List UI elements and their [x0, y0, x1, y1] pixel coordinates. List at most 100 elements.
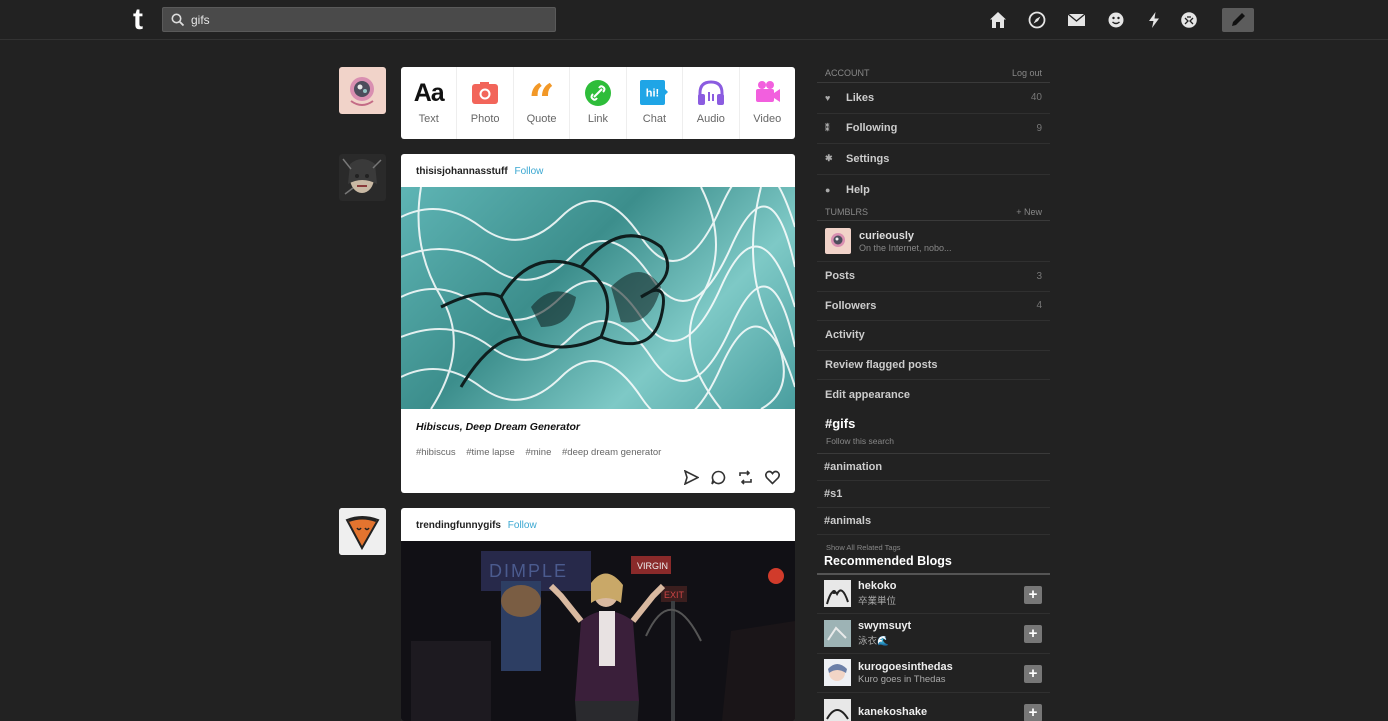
- post-author-name[interactable]: trendingfunnygifs: [416, 520, 501, 531]
- post-type-chat[interactable]: hi! Chat: [627, 67, 684, 139]
- sidebar-item-following[interactable]: ⁑ Following 9: [817, 114, 1050, 144]
- blog-subtitle: 卒業単位: [858, 596, 897, 608]
- quote-icon: “: [528, 74, 555, 128]
- sidebar-item-likes[interactable]: ♥ Likes 40: [817, 83, 1050, 114]
- follow-link[interactable]: Follow: [514, 166, 543, 177]
- follow-search-link[interactable]: Follow this search: [825, 436, 1042, 446]
- sidebar-item-edit-appearance[interactable]: Edit appearance: [817, 380, 1050, 410]
- blog-description: On the Internet, nobo...: [859, 242, 952, 253]
- post-type-label: Quote: [526, 113, 557, 125]
- link-icon: [583, 79, 613, 107]
- reply-icon[interactable]: [711, 470, 726, 485]
- related-tag[interactable]: #animation: [817, 454, 1050, 481]
- blog-item-curieously[interactable]: curieously On the Internet, nobo...: [817, 221, 1050, 262]
- recommended-blog[interactable]: swymsuyt 泳衣🌊 +: [817, 614, 1050, 654]
- blog-name: hekoko: [858, 580, 897, 593]
- sidebar-item-label: Following: [846, 122, 898, 135]
- show-related-tags-link[interactable]: Show All Related Tags: [817, 535, 1050, 552]
- search-icon: [171, 13, 185, 27]
- related-tag[interactable]: #s1: [817, 481, 1050, 508]
- account-label: Account: [825, 68, 870, 78]
- follow-plus-button[interactable]: +: [1024, 625, 1042, 643]
- sign-text: DIMPLE: [489, 561, 568, 581]
- tag-link[interactable]: #time lapse: [466, 447, 515, 458]
- blog-name: swymsuyt: [858, 619, 912, 632]
- recommended-blog[interactable]: hekoko 卒業単位 +: [817, 575, 1050, 614]
- post-type-audio[interactable]: Audio: [683, 67, 740, 139]
- home-icon[interactable]: [989, 11, 1007, 29]
- heart-icon[interactable]: [765, 470, 780, 485]
- sidebar-item-label: Settings: [846, 152, 890, 165]
- post-tags: #hibiscus #time lapse #mine #deep dream …: [401, 433, 795, 458]
- post-header: thisisjohannasstuff Follow: [401, 154, 795, 187]
- post-type-text[interactable]: Aa Text: [401, 67, 458, 139]
- blog-name: kanekoshake: [858, 705, 928, 718]
- people-icon: ⁑: [825, 122, 830, 133]
- chat-icon: hi!: [639, 79, 669, 107]
- follow-plus-button[interactable]: +: [1024, 664, 1042, 683]
- post-type-video[interactable]: Video: [740, 67, 795, 139]
- sidebar-item-count: 9: [1036, 122, 1042, 134]
- post-author-name[interactable]: thisisjohannasstuff: [416, 166, 508, 177]
- logout-link[interactable]: Log out: [1012, 68, 1042, 82]
- post-type-label: Chat: [642, 113, 667, 125]
- follow-link[interactable]: Follow: [508, 520, 537, 531]
- svg-text:hi!: hi!: [646, 88, 659, 100]
- recommended-blog[interactable]: kanekoshake +: [817, 693, 1050, 721]
- search-input[interactable]: gifs: [191, 13, 210, 27]
- post-author-avatar[interactable]: [339, 508, 386, 555]
- sidebar-item-posts[interactable]: Posts 3: [817, 262, 1050, 292]
- sidebar-item-review-flagged[interactable]: Review flagged posts: [817, 351, 1050, 380]
- emoji-icon[interactable]: [1107, 11, 1125, 29]
- sidebar-item-help[interactable]: ● Help: [817, 175, 1050, 206]
- post-type-label: Link: [587, 113, 609, 125]
- post-type-label: Text: [418, 113, 439, 125]
- post-type-label: Photo: [470, 113, 500, 125]
- user-avatar[interactable]: [339, 67, 386, 114]
- explore-icon[interactable]: [1028, 11, 1046, 29]
- blog-avatar: [825, 228, 851, 254]
- sidebar-item-followers[interactable]: Followers 4: [817, 292, 1050, 321]
- recommended-blog[interactable]: kurogoesinthedas Kuro goes in Thedas +: [817, 654, 1050, 693]
- reblog-icon[interactable]: [738, 470, 753, 485]
- account-icon[interactable]: [1180, 11, 1198, 29]
- help-icon: ●: [825, 184, 831, 195]
- mail-icon[interactable]: [1067, 11, 1086, 29]
- follow-plus-button[interactable]: +: [1024, 704, 1042, 721]
- search-bar[interactable]: gifs: [162, 7, 556, 32]
- sidebar-item-activity[interactable]: Activity: [817, 321, 1050, 351]
- tag-link[interactable]: #deep dream generator: [562, 447, 661, 458]
- follow-plus-button[interactable]: +: [1024, 585, 1042, 604]
- related-tag[interactable]: #animals: [817, 508, 1050, 535]
- blog-avatar: [824, 698, 851, 721]
- compose-button[interactable]: [1222, 8, 1254, 32]
- exit-sign-text: EXIT: [664, 590, 685, 600]
- search-tag-box: #gifs Follow this search: [817, 410, 1050, 454]
- blog-subtitle: Kuro goes in Thedas: [858, 673, 946, 685]
- post-gif-image[interactable]: DIMPLE VIRGIN EXIT: [401, 541, 795, 721]
- new-blog-link[interactable]: + New: [1016, 207, 1042, 220]
- post-author-avatar[interactable]: [339, 154, 386, 201]
- sidebar-item-label: Edit appearance: [825, 388, 910, 401]
- sidebar-item-settings[interactable]: ✱ Settings: [817, 144, 1050, 175]
- post-type-link[interactable]: Link: [570, 67, 627, 139]
- heart-icon: ♥: [825, 92, 831, 103]
- sidebar-item-label: Followers: [825, 299, 877, 312]
- tumblr-logo[interactable]: t: [133, 5, 153, 35]
- headphones-icon: [696, 79, 726, 107]
- video-camera-icon: [752, 79, 782, 107]
- tumblrs-label: Tumblrs: [825, 207, 869, 217]
- sidebar: Account Log out ♥ Likes 40 ⁑ Following 9 ✱ Se…: [817, 62, 1050, 721]
- post-type-photo[interactable]: Photo: [457, 67, 514, 139]
- sidebar-item-label: Activity: [825, 329, 865, 342]
- share-icon[interactable]: [684, 470, 699, 485]
- tag-link[interactable]: #mine: [525, 447, 551, 458]
- post-gif-image[interactable]: [401, 187, 795, 409]
- post-card: thisisjohannasstuff Follow Hibiscus, Dee…: [401, 154, 795, 493]
- tag-link[interactable]: #hibiscus: [416, 447, 456, 458]
- blog-name: curieously: [859, 229, 915, 242]
- bolt-icon[interactable]: [1145, 11, 1163, 29]
- tumblrs-section-header: Tumblrs + New: [817, 205, 1050, 221]
- blog-avatar: [824, 659, 851, 687]
- post-type-quote[interactable]: “ Quote: [514, 67, 571, 139]
